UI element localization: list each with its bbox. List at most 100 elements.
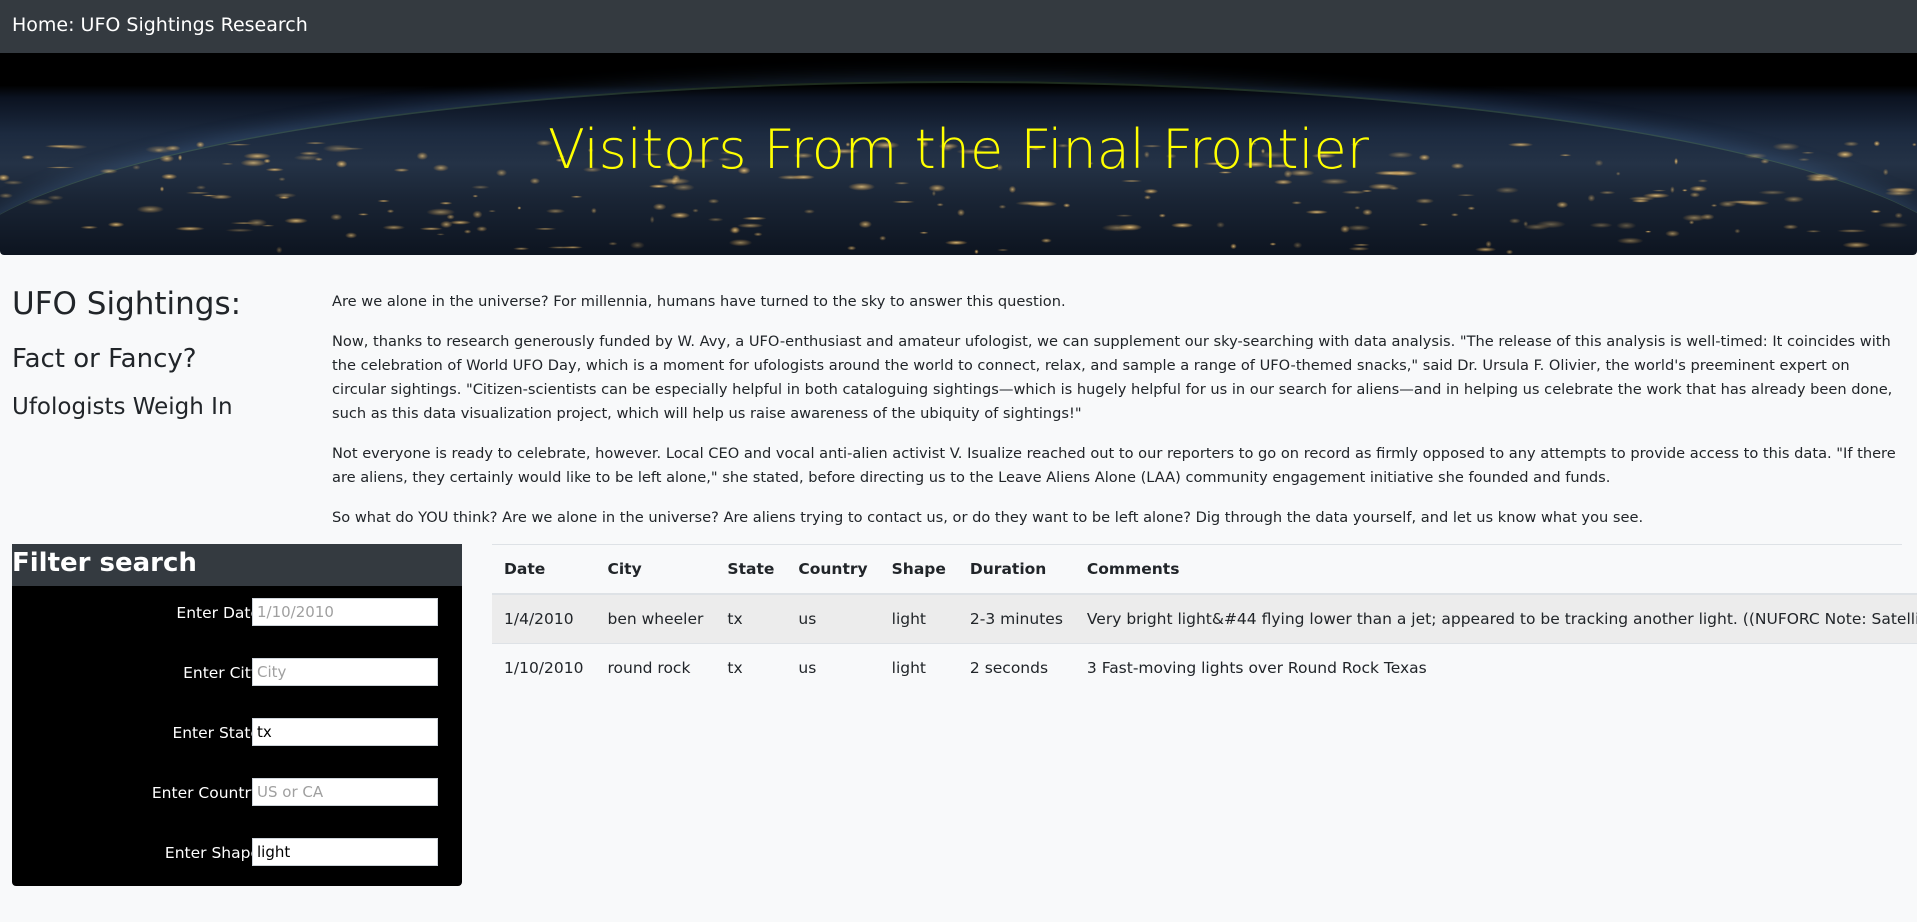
city-light xyxy=(1027,200,1058,208)
cell-comments: Very bright light&#44 flying lower than … xyxy=(1074,594,1917,644)
cell-shape: light xyxy=(879,594,958,644)
article-paragraph-3: Not everyone is ready to celebrate, howe… xyxy=(332,445,1896,486)
city-light xyxy=(357,213,369,216)
city-light xyxy=(1143,195,1152,200)
city-light xyxy=(848,182,876,191)
cell-duration: 2-3 minutes xyxy=(957,594,1075,644)
city-light xyxy=(534,227,557,231)
city-light xyxy=(1536,220,1566,229)
cell-duration: 2 seconds xyxy=(957,643,1075,692)
city-light xyxy=(513,247,530,251)
city-light xyxy=(1616,237,1644,245)
city-light xyxy=(1115,214,1134,217)
city-light xyxy=(928,184,946,192)
hero-banner: Visitors From the Final Frontier xyxy=(0,53,1917,255)
city-light xyxy=(1293,241,1303,249)
city-light xyxy=(1418,223,1429,227)
city-light xyxy=(0,193,13,199)
cell-country: us xyxy=(786,643,880,692)
city-light xyxy=(1599,190,1616,195)
city-light xyxy=(386,209,395,214)
city-light xyxy=(1467,206,1476,211)
city-light xyxy=(1734,228,1741,234)
city-light xyxy=(998,204,1007,209)
city-light xyxy=(649,215,655,224)
home-link[interactable]: Home: UFO Sightings Research xyxy=(12,14,308,36)
city-light xyxy=(936,203,944,207)
city-light xyxy=(284,217,308,224)
filter-row-country: Enter Country xyxy=(12,778,462,810)
city-light xyxy=(1388,186,1400,191)
date-input[interactable] xyxy=(252,598,438,626)
city-light xyxy=(630,241,645,249)
city-light xyxy=(847,245,857,251)
city-input[interactable] xyxy=(252,658,438,686)
city-light xyxy=(652,203,667,211)
city-light xyxy=(1346,224,1371,231)
city-light xyxy=(330,213,343,221)
city-light xyxy=(803,209,815,214)
country-label: Enter Country xyxy=(151,784,260,802)
header-date: Date xyxy=(492,545,596,595)
country-input[interactable] xyxy=(252,778,438,806)
cell-state: tx xyxy=(715,594,787,644)
city-light xyxy=(1485,240,1492,248)
city-light xyxy=(1523,221,1529,227)
city-light xyxy=(1782,224,1799,230)
city-light xyxy=(260,224,275,227)
city-light xyxy=(1682,214,1707,222)
heading-fact-or-fancy: Fact or Fancy? xyxy=(12,344,197,374)
city-light xyxy=(1616,221,1637,230)
date-label: Enter Date xyxy=(176,604,260,622)
city-light xyxy=(728,239,753,247)
city-light xyxy=(278,196,290,200)
city-light xyxy=(80,225,99,230)
city-light xyxy=(892,200,916,204)
city-light xyxy=(944,240,968,246)
city-light xyxy=(1727,200,1756,204)
city-light xyxy=(1842,241,1871,249)
city-light xyxy=(570,195,583,198)
city-light xyxy=(1158,213,1166,218)
city-light xyxy=(419,227,443,231)
cell-country: us xyxy=(786,594,880,644)
city-light xyxy=(472,210,483,219)
city-light xyxy=(957,208,965,217)
city-light xyxy=(1269,242,1277,246)
city-light xyxy=(1689,192,1701,198)
filter-row-state: Enter State xyxy=(12,718,462,750)
cell-state: tx xyxy=(715,643,787,692)
city-light xyxy=(1644,230,1652,233)
city-light xyxy=(672,183,695,191)
city-light xyxy=(225,228,255,233)
city-light xyxy=(488,210,497,213)
state-input[interactable] xyxy=(252,718,438,746)
city-light xyxy=(345,232,358,239)
city-light xyxy=(1118,223,1143,231)
city-light xyxy=(472,194,479,198)
shape-input[interactable] xyxy=(252,838,438,866)
city-light xyxy=(753,232,763,237)
city-light xyxy=(1505,249,1514,255)
state-label: Enter State xyxy=(172,724,260,742)
city-light xyxy=(1352,243,1371,247)
filter-row-date: Enter Date xyxy=(12,598,462,630)
heading-ufologists: Ufologists Weigh In xyxy=(12,394,233,420)
city-light xyxy=(1710,204,1718,207)
city-light xyxy=(742,216,767,221)
header-comments: Comments xyxy=(1074,545,1917,595)
city-light xyxy=(1681,189,1688,192)
city-light xyxy=(1836,229,1867,233)
city-light xyxy=(1008,185,1017,194)
city-light xyxy=(1665,230,1680,238)
navbar: Home: UFO Sightings Research xyxy=(0,0,1917,53)
city-light xyxy=(1670,186,1675,194)
city-light xyxy=(1305,210,1329,215)
city-label: Enter City xyxy=(183,664,260,682)
city-light xyxy=(195,185,207,190)
city-light xyxy=(1783,196,1805,203)
city-light xyxy=(608,241,618,246)
table-header-row: Date City State Country Shape Duration C… xyxy=(492,545,1917,595)
city-light xyxy=(1230,243,1237,250)
city-light xyxy=(729,226,741,234)
